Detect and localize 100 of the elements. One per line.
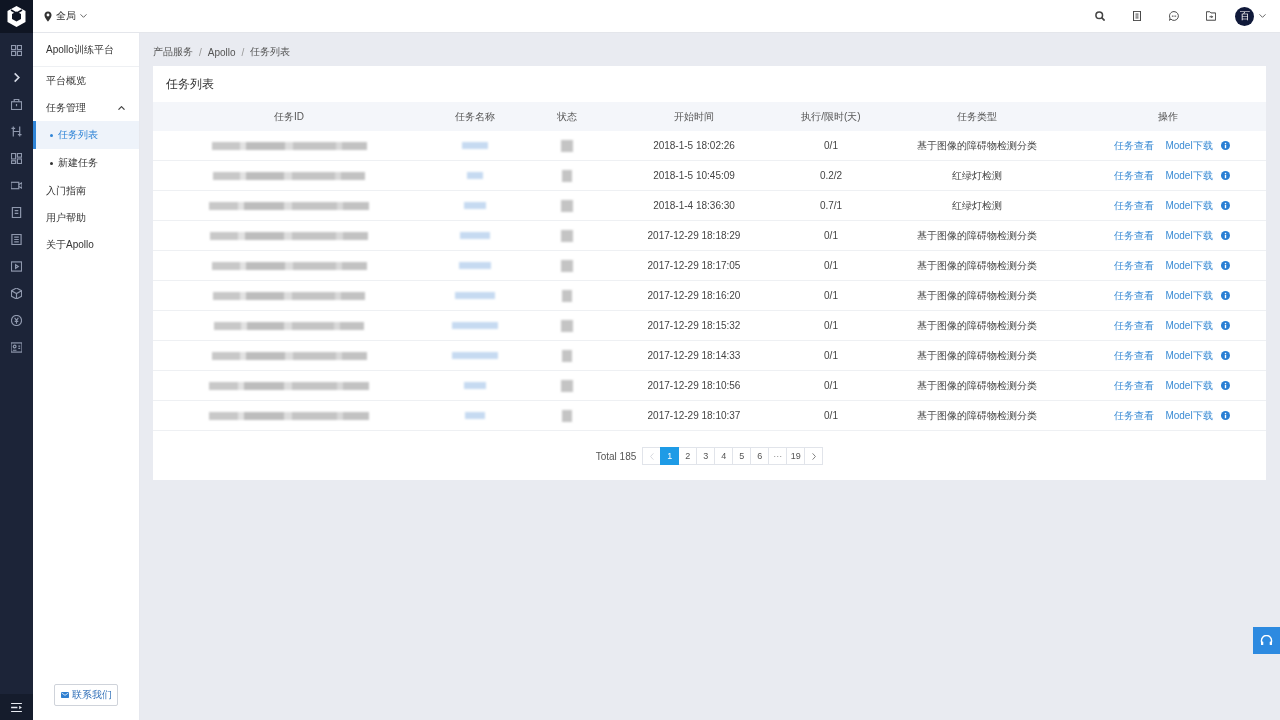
column-header: 任务ID (273, 109, 305, 124)
info-icon[interactable] (1220, 381, 1230, 390)
avatar[interactable]: 百 (1235, 6, 1254, 26)
info-icon[interactable] (1220, 411, 1230, 420)
action-link[interactable]: 任务查看 (1114, 198, 1155, 213)
cube-icon[interactable] (11, 288, 22, 299)
blurred-status (561, 259, 573, 272)
table-cell-text: 2018-1-5 10:45:09 (652, 169, 736, 183)
action-link[interactable]: Model下载 (1165, 348, 1213, 363)
table-cell-text: 2017-12-29 18:14:33 (646, 349, 742, 363)
action-link[interactable]: 任务查看 (1114, 408, 1155, 423)
page-button[interactable]: 1 (660, 447, 680, 465)
action-link[interactable]: 任务查看 (1114, 258, 1155, 273)
action-link[interactable]: Model下载 (1165, 318, 1213, 333)
breadcrumb-link[interactable]: Apollo (207, 46, 236, 58)
blurred-name (464, 382, 486, 389)
blurred-status (561, 379, 573, 392)
info-icon[interactable] (1220, 231, 1230, 240)
dashboard-icon[interactable] (11, 153, 22, 164)
column-header: 状态 (556, 109, 578, 124)
sidebar-title: Apollo训练平台 (33, 33, 139, 67)
table-cell-text: 2017-12-29 18:15:32 (646, 319, 742, 333)
table-cell-text: 红绿灯检测 (951, 198, 1003, 213)
table-cell-text: 2017-12-29 18:10:37 (646, 409, 742, 423)
card-title: 任务列表 (165, 76, 215, 93)
column-header: 任务名称 (454, 109, 496, 124)
breadcrumb-link[interactable]: 产品服务 (153, 45, 193, 59)
action-link[interactable]: 任务查看 (1114, 318, 1155, 333)
blurred-status (561, 229, 573, 242)
action-link[interactable]: Model下载 (1165, 288, 1213, 303)
info-icon[interactable] (1220, 261, 1230, 270)
sidebar-item[interactable]: 任务管理 (33, 94, 139, 121)
sidebar-subitem[interactable]: 新建任务 (33, 149, 139, 177)
action-link[interactable]: Model下载 (1165, 258, 1213, 273)
sidebar-item[interactable]: 入门指南 (33, 177, 139, 204)
table-cell-text: 红绿灯检测 (951, 168, 1003, 183)
table-cell-text: 基于图像的障碍物检测分类 (916, 258, 1038, 273)
briefcase-icon[interactable] (11, 99, 22, 110)
folder-icon[interactable] (1206, 11, 1216, 21)
search-icon[interactable] (1095, 11, 1105, 21)
action-link[interactable]: 任务查看 (1114, 228, 1155, 243)
sidebar-item[interactable]: 平台概览 (33, 67, 139, 94)
chat-bubble-icon[interactable] (1169, 11, 1179, 21)
blurred-name (467, 172, 483, 179)
blurred-status (562, 409, 572, 422)
blurred-status (561, 319, 573, 332)
column-header: 执行/限时(天) (800, 109, 862, 124)
document-icon[interactable] (11, 207, 22, 218)
table-cell-text: 2017-12-29 18:16:20 (646, 289, 742, 303)
table-cell-text: 0/1 (823, 289, 839, 303)
info-icon[interactable] (1220, 201, 1230, 210)
chevron-left-icon (649, 452, 654, 460)
map-pin-icon (44, 10, 52, 22)
id-card-icon[interactable] (11, 342, 22, 353)
action-link[interactable]: 任务查看 (1114, 378, 1155, 393)
breadcrumb-current-page: 任务列表 (250, 45, 291, 59)
column-header: 开始时间 (673, 109, 715, 124)
sidebar-item[interactable]: 用户帮助 (33, 204, 139, 231)
bullet-icon (50, 133, 53, 137)
table-cell-text: 基于图像的障碍物检测分类 (916, 348, 1038, 363)
table-cell-text: 0/1 (823, 229, 839, 243)
location-dropdown[interactable]: 全局 (44, 9, 87, 23)
contact-button[interactable]: 联系我们 (54, 684, 118, 706)
action-link[interactable]: 任务查看 (1114, 168, 1155, 183)
info-icon[interactable] (1220, 321, 1230, 330)
menu-icon[interactable] (11, 702, 22, 712)
info-icon[interactable] (1220, 351, 1230, 360)
action-link[interactable]: Model下载 (1165, 378, 1213, 393)
action-link[interactable]: Model下载 (1165, 198, 1213, 213)
list-document-icon[interactable] (11, 234, 22, 245)
info-icon[interactable] (1220, 141, 1230, 150)
table-cell-text: 0/1 (823, 319, 839, 333)
blurred-name (465, 412, 485, 419)
info-icon[interactable] (1220, 291, 1230, 300)
chevron-down-icon[interactable] (1259, 14, 1266, 18)
action-link[interactable]: 任务查看 (1114, 288, 1155, 303)
sidebar-item[interactable]: 关于Apollo (33, 231, 139, 258)
table-cell-text: 2017-12-29 18:10:56 (646, 379, 742, 393)
yen-circle-icon[interactable] (11, 315, 22, 326)
support-button[interactable] (1253, 627, 1280, 654)
blurred-status (561, 139, 573, 152)
action-link[interactable]: 任务查看 (1114, 348, 1155, 363)
action-link[interactable]: Model下载 (1165, 228, 1213, 243)
play-icon[interactable] (11, 261, 22, 272)
sidebar-subitem-label: 新建任务 (58, 156, 98, 170)
action-link[interactable]: Model下载 (1165, 168, 1213, 183)
network-icon[interactable] (11, 126, 22, 137)
document-icon[interactable] (1132, 11, 1142, 21)
action-link[interactable]: 任务查看 (1114, 138, 1155, 153)
blurred-name (464, 202, 486, 209)
blurred-name (452, 322, 498, 329)
table-cell-text: 基于图像的障碍物检测分类 (916, 378, 1038, 393)
action-link[interactable]: Model下载 (1165, 138, 1213, 153)
sidebar-subitem[interactable]: 任务列表 (33, 121, 139, 149)
table-cell-text: 基于图像的障碍物检测分类 (916, 228, 1038, 243)
action-link[interactable]: Model下载 (1165, 408, 1213, 423)
table-cell-text: 0/1 (823, 409, 839, 423)
grid-icon[interactable] (11, 45, 22, 56)
info-icon[interactable] (1220, 171, 1230, 180)
video-camera-icon[interactable] (11, 180, 22, 191)
